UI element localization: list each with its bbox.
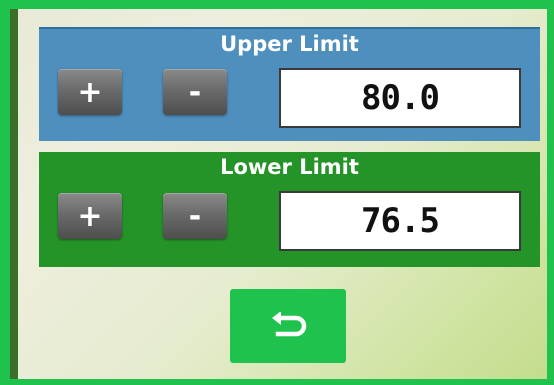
lower-limit-panel: Lower Limit + - 76.5 xyxy=(39,152,540,267)
back-button[interactable] xyxy=(230,289,346,363)
upper-increase-button[interactable]: + xyxy=(58,69,122,115)
back-arrow-icon xyxy=(272,312,307,337)
lower-limit-value[interactable]: 76.5 xyxy=(279,191,521,251)
lower-limit-title: Lower Limit xyxy=(220,155,359,179)
left-edge xyxy=(10,9,18,379)
upper-decrease-button[interactable]: - xyxy=(163,69,227,115)
lower-increase-button[interactable]: + xyxy=(58,193,122,239)
lower-decrease-button[interactable]: - xyxy=(163,193,227,239)
upper-limit-panel: Upper Limit + - 80.0 xyxy=(39,27,540,141)
upper-limit-value[interactable]: 80.0 xyxy=(279,68,521,128)
upper-limit-title: Upper Limit xyxy=(220,32,359,56)
